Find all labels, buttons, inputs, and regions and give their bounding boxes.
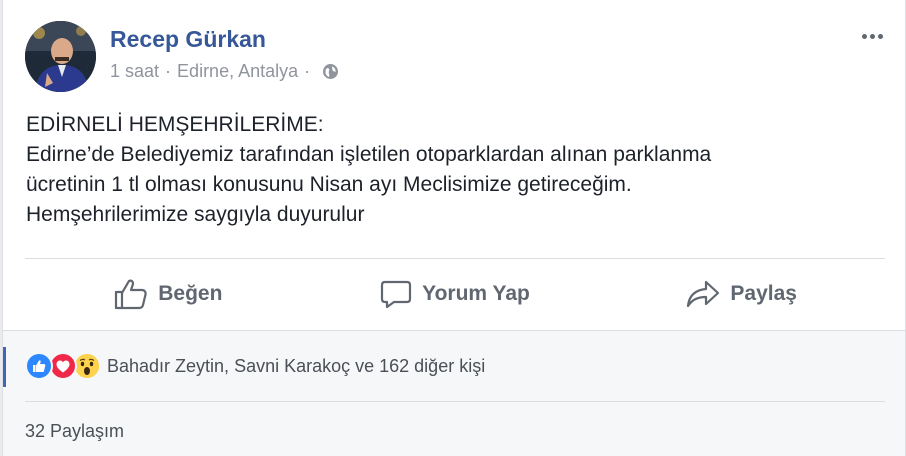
like-label: Beğen [158,282,223,305]
post-card: Recep Gürkan 1 saat · Edirne, Antalya · … [2,0,906,456]
comment-button[interactable]: Yorum Yap [312,259,599,329]
wow-reaction-icon[interactable] [73,352,101,380]
action-bar: Beğen Yorum Yap Paylaş [25,259,885,329]
comment-icon [381,280,412,309]
post-location[interactable]: Edirne, Antalya [177,61,298,82]
author-name[interactable]: Recep Gürkan [110,26,266,53]
thumbs-up-icon [115,279,147,310]
post-meta: 1 saat · Edirne, Antalya · [110,61,339,82]
like-reaction-icon[interactable] [25,352,53,380]
focus-indicator [3,347,6,387]
dot-icon [861,33,867,39]
post-text-line: Hemşehrilerimize saygıyla duyurulur [26,203,365,226]
comment-label: Yorum Yap [422,282,530,305]
share-arrow-icon [687,280,720,308]
reaction-icons [25,352,101,380]
meta-separator: · [304,61,311,81]
reaction-summary[interactable]: Bahadır Zeytin, Savni Karakoç ve 162 diğ… [25,349,485,383]
post-time[interactable]: 1 saat [110,61,159,82]
share-button[interactable]: Paylaş [598,259,885,329]
author-avatar[interactable] [25,21,96,92]
more-options-button[interactable] [857,26,887,46]
dot-icon [877,33,883,39]
meta-separator: · [165,61,172,81]
divider [25,401,885,402]
post-text: EDİRNELİ HEMŞEHRİLERİME: Edirne’de Beled… [26,110,886,230]
globe-icon[interactable] [322,63,339,80]
reactions-section: Bahadır Zeytin, Savni Karakoç ve 162 diğ… [3,330,905,456]
post-text-line: EDİRNELİ HEMŞEHRİLERİME: [26,113,324,136]
dot-icon [869,33,875,39]
love-reaction-icon[interactable] [49,352,77,380]
post-text-line: ücretinin 1 tl olması konusunu Nisan ayı… [26,173,632,196]
reaction-summary-text[interactable]: Bahadır Zeytin, Savni Karakoç ve 162 diğ… [107,356,485,377]
share-label: Paylaş [730,282,797,305]
share-count[interactable]: 32 Paylaşım [25,421,124,442]
post-text-line: Edirne’de Belediyemiz tarafından işletil… [26,143,712,166]
like-button[interactable]: Beğen [25,259,312,329]
